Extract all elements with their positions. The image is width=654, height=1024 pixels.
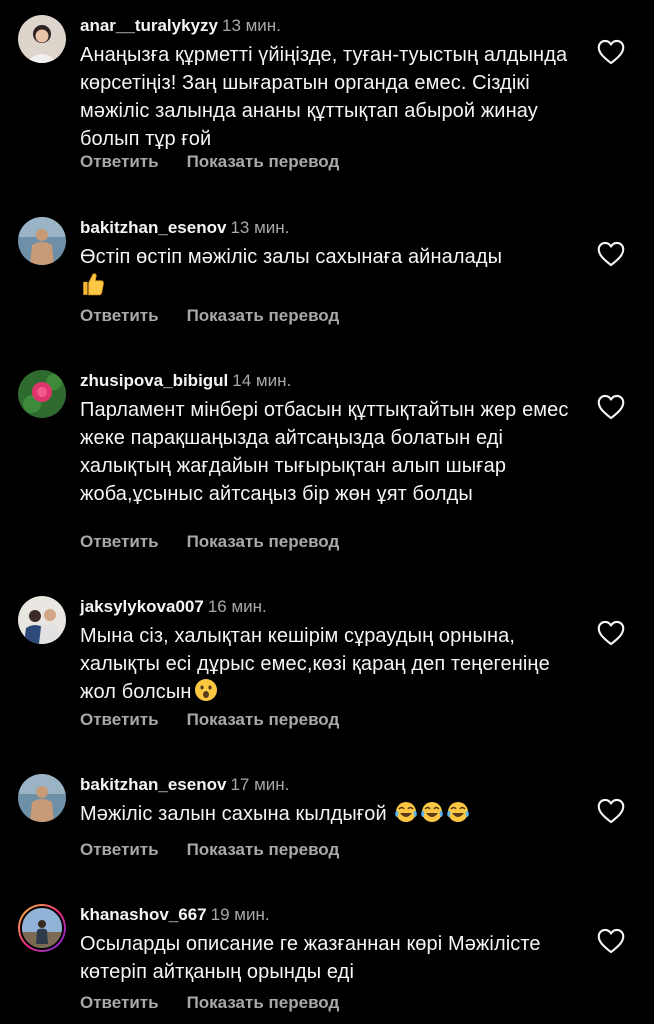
comment-header: zhusipova_bibigul 14 мин. <box>80 370 291 392</box>
comment-actions: Ответить Показать перевод <box>80 993 339 1013</box>
avatar-image-icon <box>18 15 66 63</box>
heart-icon[interactable] <box>597 241 625 267</box>
comment-text: Парламент мінбері отбасын құттықтайтын ж… <box>80 399 569 505</box>
avatar[interactable] <box>18 370 66 418</box>
avatar-image-icon <box>22 908 62 948</box>
timestamp: 16 мин. <box>207 597 267 616</box>
avatar[interactable] <box>18 774 66 822</box>
timestamp: 14 мин. <box>232 371 292 390</box>
thumbs-up-icon <box>83 273 104 296</box>
avatar-image-icon <box>18 370 66 418</box>
reply-button[interactable]: Ответить <box>80 532 159 552</box>
show-translation-button[interactable]: Показать перевод <box>187 306 340 326</box>
comment-actions: Ответить Показать перевод <box>80 532 339 552</box>
heart-icon[interactable] <box>597 798 625 824</box>
username[interactable]: jaksylykova007 <box>80 597 204 616</box>
comment-actions: Ответить Показать перевод <box>80 152 339 172</box>
tears-of-joy-icon <box>447 802 470 822</box>
reply-button[interactable]: Ответить <box>80 152 159 172</box>
comment-text: Мына сіз, халықтан кешірім сұраудың орны… <box>80 622 580 706</box>
reply-button[interactable]: Ответить <box>80 840 159 860</box>
show-translation-button[interactable]: Показать перевод <box>187 710 340 730</box>
show-translation-button[interactable]: Показать перевод <box>187 152 340 172</box>
show-translation-button[interactable]: Показать перевод <box>187 840 340 860</box>
show-translation-button[interactable]: Показать перевод <box>187 993 340 1013</box>
heart-icon[interactable] <box>597 928 625 954</box>
comment-text-content: Мына сіз, халықтан кешірім сұраудың орны… <box>80 625 550 703</box>
show-translation-button[interactable]: Показать перевод <box>187 532 340 552</box>
avatar-image-icon <box>18 217 66 265</box>
timestamp: 17 мин. <box>230 775 290 794</box>
avatar <box>20 906 64 950</box>
timestamp: 13 мин. <box>230 218 290 237</box>
astonished-face-icon <box>194 679 217 701</box>
heart-icon[interactable] <box>597 620 625 646</box>
comment-header: anar__turalykyzy 13 мин. <box>80 15 281 37</box>
reply-button[interactable]: Ответить <box>80 993 159 1013</box>
avatar-image-icon <box>18 596 66 644</box>
username[interactable]: anar__turalykyzy <box>80 16 218 35</box>
tears-of-joy-icon <box>421 802 444 822</box>
comment-text: Мәжіліс залын сахына кылдығой <box>80 800 580 828</box>
username[interactable]: zhusipova_bibigul <box>80 371 228 390</box>
username[interactable]: bakitzhan_esenov <box>80 218 226 237</box>
reply-button[interactable]: Ответить <box>80 306 159 326</box>
heart-icon[interactable] <box>597 394 625 420</box>
comment-header: bakitzhan_esenov 17 мин. <box>80 774 289 796</box>
comment-actions: Ответить Показать перевод <box>80 840 339 860</box>
comment-text-content: Өстіп өстіп мәжіліс залы сахынаға айнала… <box>80 246 503 268</box>
username[interactable]: bakitzhan_esenov <box>80 775 226 794</box>
tears-of-joy-icon <box>395 802 418 822</box>
comment-text-content: Мәжіліс залын сахына кылдығой <box>80 803 387 825</box>
comment-header: bakitzhan_esenov 13 мин. <box>80 217 289 239</box>
username[interactable]: khanashov_667 <box>80 905 207 924</box>
heart-icon[interactable] <box>597 39 625 65</box>
avatar[interactable] <box>18 217 66 265</box>
timestamp: 19 мин. <box>210 905 270 924</box>
avatar[interactable] <box>18 596 66 644</box>
comment-actions: Ответить Показать перевод <box>80 306 339 326</box>
avatar[interactable] <box>18 15 66 63</box>
comment-text: Анаңызға құрметті үйіңізде, туған-туысты… <box>80 44 568 150</box>
timestamp: 13 мин. <box>221 16 281 35</box>
reply-button[interactable]: Ответить <box>80 710 159 730</box>
comment-header: khanashov_667 19 мин. <box>80 904 270 926</box>
comment-text: Өстіп өстіп мәжіліс залы сахынаға айнала… <box>80 243 580 301</box>
avatar-image-icon <box>18 774 66 822</box>
avatar-story-ring[interactable] <box>18 904 66 952</box>
comment-actions: Ответить Показать перевод <box>80 710 339 730</box>
comment-header: jaksylykova007 16 мин. <box>80 596 267 618</box>
comment-text: Осыларды описание ге жазғаннан көрі Мәжі… <box>80 933 541 983</box>
